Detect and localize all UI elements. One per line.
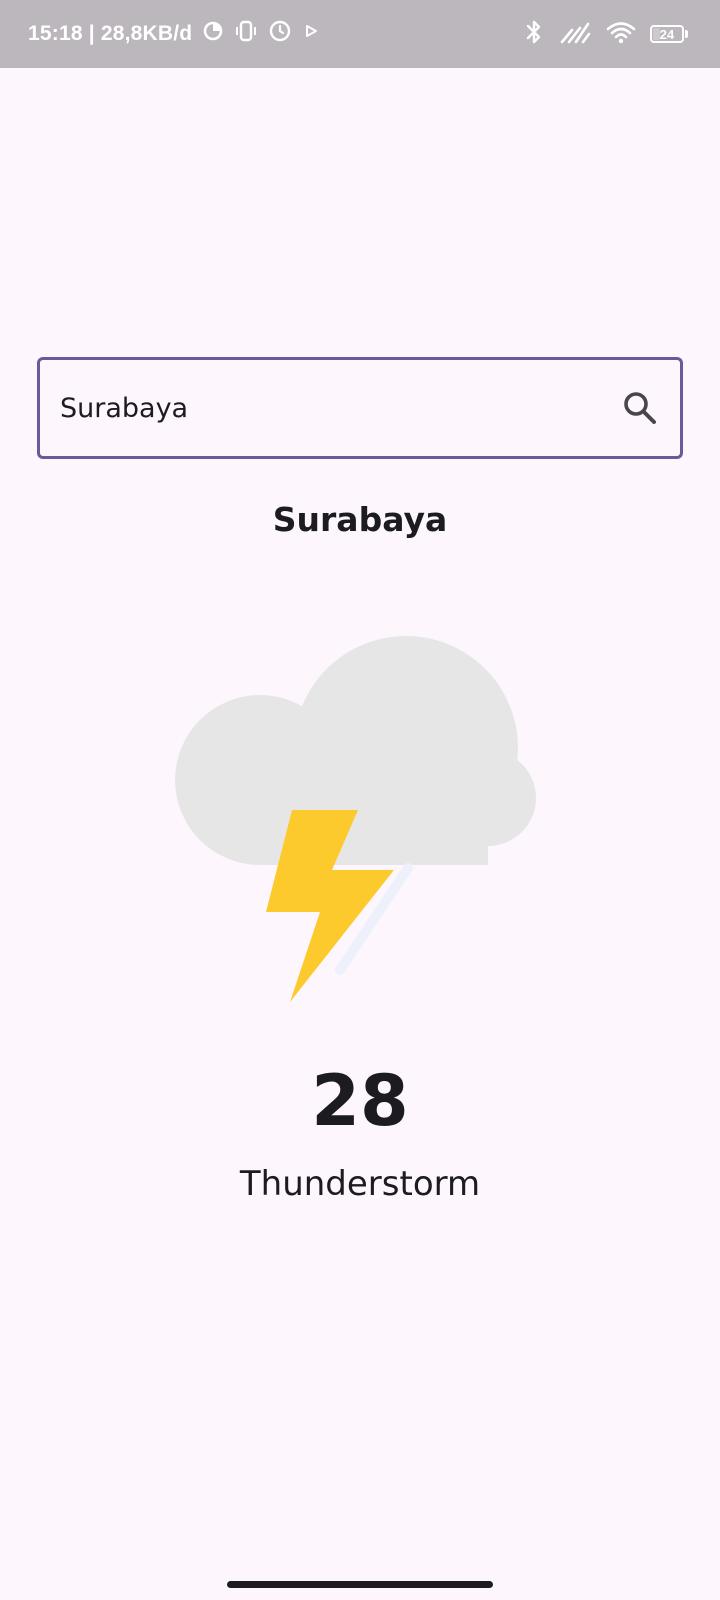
alarm-icon bbox=[268, 19, 292, 49]
search-box bbox=[37, 357, 683, 459]
battery-group: 24 bbox=[650, 25, 688, 43]
bluetooth-icon bbox=[524, 19, 544, 50]
play-icon bbox=[302, 22, 320, 46]
city-title: Surabaya bbox=[272, 500, 448, 539]
search-button[interactable] bbox=[618, 386, 662, 430]
search-icon bbox=[624, 392, 656, 424]
cloud-shape bbox=[175, 636, 536, 865]
battery-icon: 24 bbox=[650, 25, 684, 43]
weather-condition: Thunderstorm bbox=[239, 1164, 481, 1204]
temperature-value: 28 bbox=[311, 1060, 409, 1142]
status-right: 24 bbox=[524, 0, 688, 68]
signal-icon bbox=[558, 20, 592, 49]
status-bar: 15:18 | 28,8KB/d 24 bbox=[0, 0, 720, 68]
status-left: 15:18 | 28,8KB/d bbox=[28, 0, 320, 68]
thunderstorm-icon bbox=[170, 630, 550, 1010]
search-input[interactable] bbox=[60, 360, 580, 456]
wifi-icon bbox=[606, 20, 636, 49]
vibrate-icon bbox=[234, 19, 258, 49]
battery-level: 24 bbox=[659, 26, 675, 42]
battery-tip bbox=[685, 30, 688, 38]
home-gesture-bar[interactable] bbox=[227, 1581, 493, 1588]
data-saver-icon bbox=[202, 20, 224, 48]
status-time-speed: 15:18 | 28,8KB/d bbox=[28, 22, 193, 45]
